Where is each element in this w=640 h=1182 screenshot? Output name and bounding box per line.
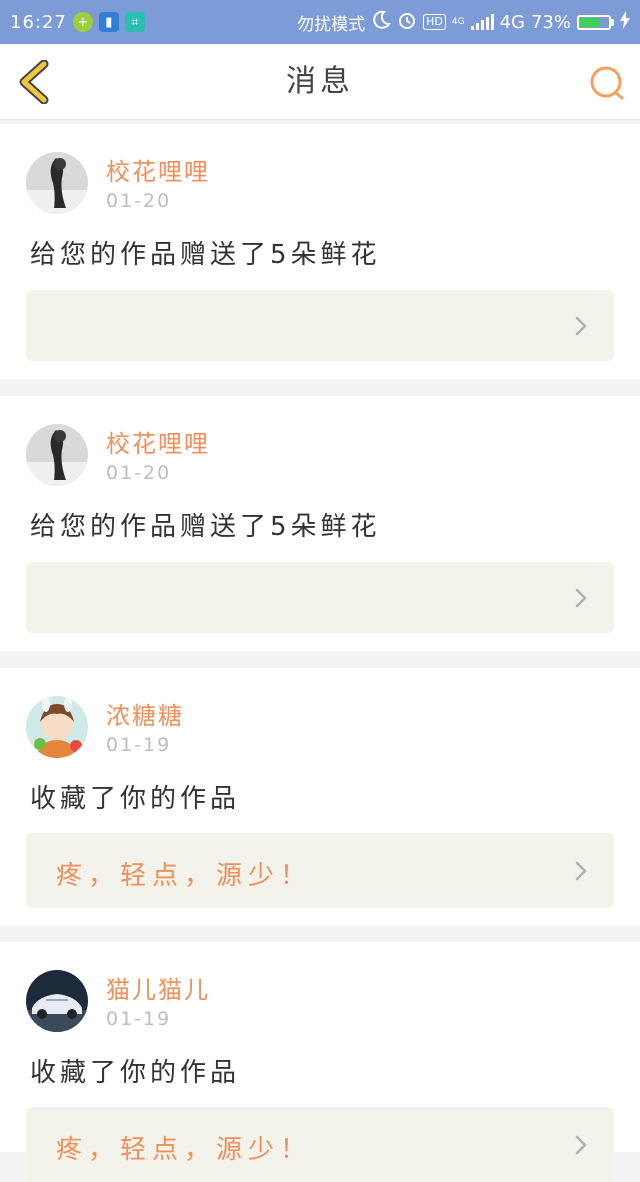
username[interactable]: 校花哩哩: [106, 424, 210, 459]
page-title: 消息: [286, 64, 354, 99]
message-card: 校花哩哩 01-20 给您的作品赠送了5朵鲜花: [0, 124, 640, 379]
battery-app-icon: ▮: [98, 12, 119, 32]
message-date: 01-20: [106, 190, 172, 212]
message-date: 01-20: [106, 462, 172, 484]
message-text: 给您的作品赠送了5朵鲜花: [30, 240, 381, 270]
battery-percent: 73%: [530, 11, 571, 33]
message-card: 校花哩哩 01-20 给您的作品赠送了5朵鲜花: [0, 396, 640, 651]
chevron-right-icon: [575, 588, 587, 608]
work-quote: 疼，轻点，源少！: [56, 861, 313, 891]
search-button[interactable]: [588, 64, 626, 102]
moon-icon: [371, 10, 391, 35]
do-not-disturb-label: 勿扰模式: [297, 14, 366, 35]
chevron-right-icon: [575, 316, 587, 336]
status-bar-right: 勿扰模式 HD 4G 4G 73%: [297, 10, 630, 35]
username[interactable]: 校花哩哩: [106, 152, 210, 187]
status-time: 16:27: [10, 11, 67, 33]
work-preview-box[interactable]: [26, 562, 614, 633]
status-bar-left: 16:27 + ▮ ⌗: [10, 12, 145, 33]
nav-bar: 消息: [0, 44, 640, 120]
network-type-small: 4G: [451, 16, 465, 27]
battery-icon: [577, 14, 614, 30]
message-date: 01-19: [106, 734, 172, 756]
hd-icon: HD: [423, 14, 446, 30]
scan-app-icon: ⌗: [124, 12, 145, 32]
avatar[interactable]: [26, 696, 88, 758]
chevron-right-icon: [575, 1135, 587, 1155]
message-text: 收藏了你的作品: [30, 784, 241, 814]
message-date: 01-19: [106, 1008, 172, 1030]
message-card: 浓糖糖 01-19 收藏了你的作品 疼，轻点，源少！: [0, 668, 640, 926]
search-icon: [590, 66, 624, 100]
message-text: 给您的作品赠送了5朵鲜花: [30, 512, 381, 542]
username[interactable]: 猫儿猫儿: [106, 970, 210, 1005]
network-type: 4G: [499, 11, 525, 33]
status-bar: 16:27 + ▮ ⌗ 勿扰模式 HD 4G 4G 73%: [0, 0, 640, 44]
avatar[interactable]: [26, 152, 88, 214]
message-card: 猫儿猫儿 01-19 收藏了你的作品 疼，轻点，源少！: [0, 942, 640, 1182]
avatar[interactable]: [26, 970, 88, 1032]
username[interactable]: 浓糖糖: [106, 696, 184, 731]
work-preview-box[interactable]: 疼，轻点，源少！: [26, 1107, 614, 1182]
plus-app-icon: +: [72, 12, 93, 32]
message-text: 收藏了你的作品: [30, 1058, 241, 1088]
work-preview-box[interactable]: [26, 290, 614, 361]
signal-icon: [470, 14, 494, 30]
work-preview-box[interactable]: 疼，轻点，源少！: [26, 833, 614, 908]
avatar[interactable]: [26, 424, 88, 486]
chevron-right-icon: [575, 861, 587, 881]
alarm-icon: [397, 10, 417, 35]
charging-icon: [620, 10, 630, 34]
work-quote: 疼，轻点，源少！: [56, 1135, 313, 1165]
